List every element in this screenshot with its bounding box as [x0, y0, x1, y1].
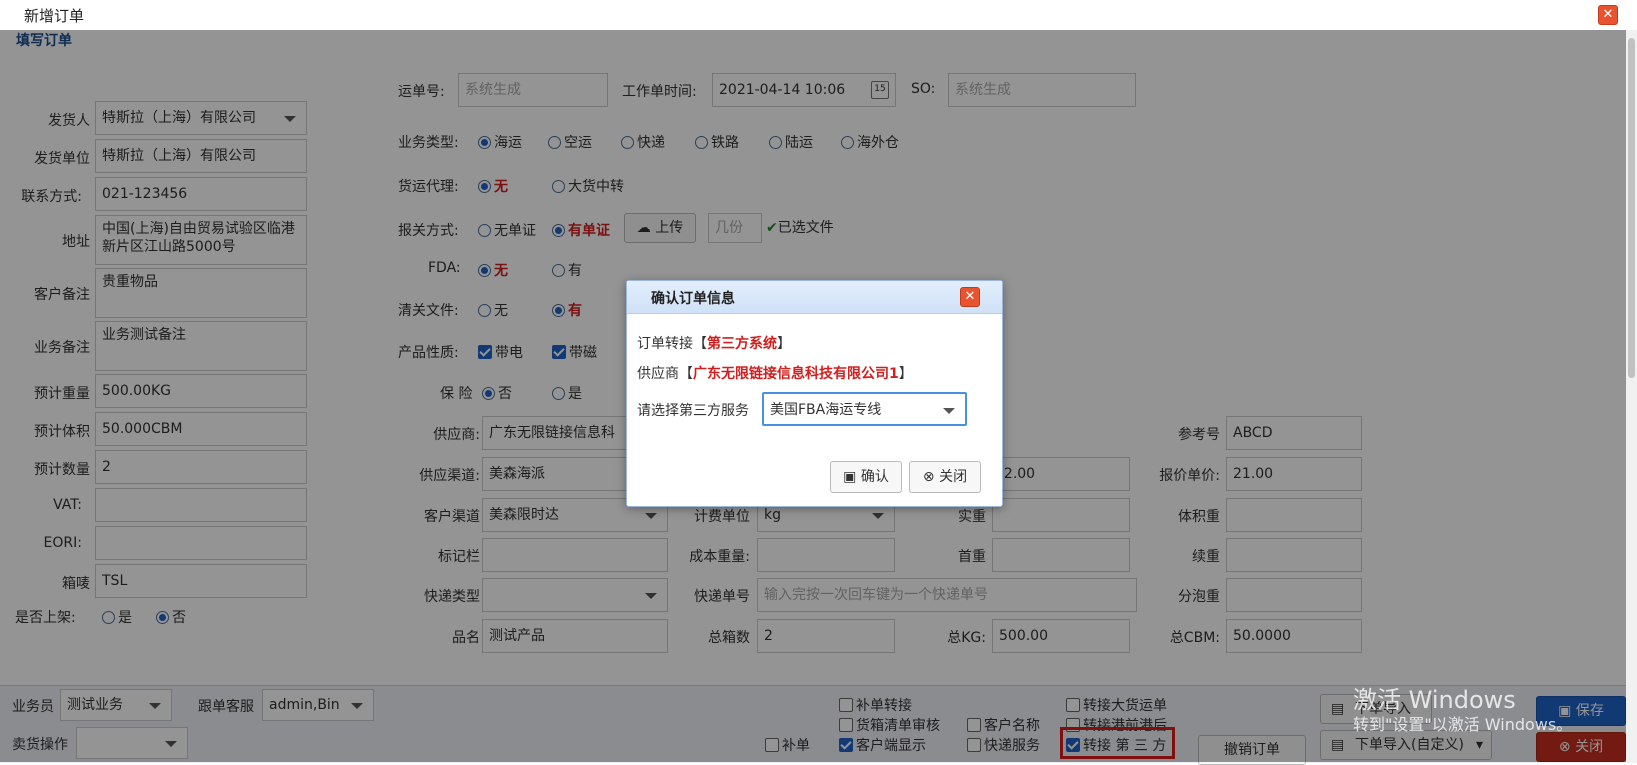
- dialog-header: 确认订单信息 ✕: [627, 281, 1002, 314]
- windows-activation-hint: 转到"设置"以激活 Windows。: [1353, 715, 1573, 734]
- transfer-info: 订单转接【第三方系统】: [637, 336, 791, 352]
- close-icon: ✕: [1602, 7, 1614, 22]
- window-title: 新增订单: [24, 7, 85, 25]
- dialog-confirm-button[interactable]: ▣ 确认: [830, 461, 902, 493]
- windows-activation-watermark: 激活 Windows: [1353, 686, 1516, 714]
- service-label: 请选择第三方服务: [637, 403, 749, 419]
- save-icon: ▣: [843, 469, 857, 485]
- chevron-down-icon: [943, 408, 955, 414]
- close-circle-icon: ⊗: [922, 469, 935, 485]
- third-party-service-select[interactable]: 美国FBA海运专线: [762, 392, 967, 426]
- dialog-close-button[interactable]: ⊗ 关闭: [909, 461, 981, 493]
- scrollbar[interactable]: [1626, 30, 1637, 762]
- confirm-order-dialog: 确认订单信息 ✕ 订单转接【第三方系统】 供应商【广东无限链接信息科技有限公司1…: [626, 280, 1003, 507]
- dialog-close-icon-button[interactable]: ✕: [960, 287, 980, 307]
- close-icon: ✕: [964, 289, 976, 304]
- window-close-button[interactable]: ✕: [1598, 5, 1618, 25]
- window-titlebar: 新增订单 ✕: [0, 0, 1637, 31]
- supplier-info: 供应商【广东无限链接信息科技有限公司1】: [637, 366, 913, 382]
- dialog-title: 确认订单信息: [651, 291, 735, 307]
- scrollbar-thumb[interactable]: [1628, 38, 1635, 378]
